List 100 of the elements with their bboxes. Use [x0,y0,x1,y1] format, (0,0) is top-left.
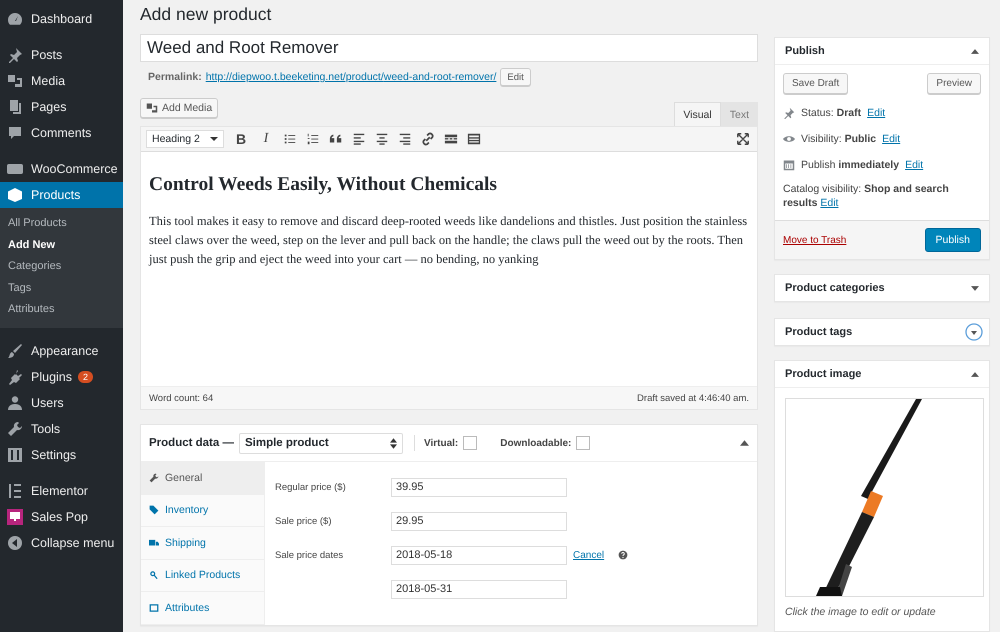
sidebar-item[interactable]: Collapse menu [0,530,123,556]
box-title: Product image [785,368,862,380]
sidebar-item[interactable]: Appearance [0,338,123,364]
wrench-icon [149,472,159,483]
save-status: Draft saved at 4:46:40 am. [637,392,749,404]
price-field[interactable]: 29.95 [391,512,567,530]
submenu-item[interactable]: Tags [0,278,123,299]
tag-icon [149,505,159,516]
field-label: Regular price ($) [275,482,347,492]
collapse-arrow-icon[interactable] [740,440,749,446]
italic-button[interactable]: I [258,131,274,147]
publish-button[interactable]: Publish [924,228,981,252]
eye-icon [783,133,795,145]
sidebar-item[interactable]: Products [0,182,123,208]
sidebar-item[interactable]: Dashboard [0,6,123,32]
help-icon [618,550,628,560]
move-to-trash-link[interactable]: Move to Trash [783,234,846,246]
expand-arrow-icon[interactable] [971,286,979,290]
cancel-link[interactable]: Cancel [573,550,604,560]
numbered-list-icon[interactable] [306,132,320,146]
save-draft-button[interactable]: Save Draft [783,73,848,94]
sliders-icon [7,446,23,462]
pages-icon [7,99,23,115]
sort-icon [390,438,397,448]
editor-tab[interactable]: Text [720,102,758,126]
sidebar-item[interactable]: Users [0,390,123,416]
box-title: Publish [785,45,825,57]
product-type-select[interactable]: Simple product [238,432,403,454]
sidebar-item[interactable]: Settings [0,442,123,468]
date-field[interactable]: 2018-05-18 [391,546,567,564]
box-title: Product tags [785,326,852,338]
comment-icon [7,125,23,141]
editor-tab[interactable]: Visual [674,102,721,126]
sidebar-item[interactable]: Media [0,68,123,94]
monitor-icon [7,508,23,524]
sidebar-item[interactable]: Sales Pop [0,504,123,530]
dashboard-icon [7,11,23,27]
title-field[interactable]: Weed and Root Remover [140,34,758,62]
elementor-icon [7,482,23,498]
sidebar-item[interactable]: Tools [0,416,123,442]
sidebar-item[interactable]: Plugins 2 [0,364,123,390]
image-hint: Click the image to edit or update [785,606,937,618]
date-field[interactable]: 2018-05-31 [391,580,567,598]
box-title: Product categories [785,282,885,294]
collapse-icon [7,534,23,550]
user-icon [7,394,23,410]
price-field[interactable]: 39.95 [391,478,567,496]
content-paragraph: This tool makes it easy to remove and discard deep-rooted weeds like dandelions and thistles. Just position the stainless steel claws over the weed, step on the lever and pull back on the handle; the claws pull the weed out by the roots. Then just push the grip and eject the weed into your cart — no bending, no yanking [149,213,748,268]
edit-button[interactable]: Edit [500,68,531,86]
field-label: Sale price dates [275,550,344,560]
catalog-visibility-text: Catalog visibility: Shop and search results Edit [783,182,950,210]
preview-button[interactable]: Preview [927,73,981,94]
edit-link[interactable]: Edit [820,197,838,209]
calendar-icon [783,159,795,171]
sidebar-item[interactable]: WooCommerce [0,156,123,182]
sidebar-item[interactable]: Elementor [0,478,123,504]
product-data-tab[interactable]: Inventory [141,494,264,527]
checkbox[interactable] [576,436,590,450]
bold-button[interactable]: B [233,131,249,147]
edit-link[interactable]: Edit [882,133,900,145]
bullet-list-icon[interactable] [283,132,297,146]
submenu-item[interactable]: All Products [0,213,123,234]
collapse-arrow-icon[interactable] [971,372,979,376]
woo-icon [7,161,23,177]
submenu-item[interactable]: Attributes [0,299,123,320]
pin-icon [783,107,795,119]
publish-setting: Visibility: Public [801,133,876,145]
field-label: Sale price ($) [275,516,332,526]
collapse-arrow-icon[interactable] [971,48,979,54]
align-center-icon[interactable] [375,132,389,146]
sidebar-item[interactable]: Posts [0,42,123,68]
submenu-item[interactable]: Categories [0,256,123,278]
product-data-label: Product data — [149,437,234,449]
product-data-tab[interactable]: Shipping [141,527,264,560]
align-right-icon[interactable] [398,132,412,146]
wrench-icon [7,420,23,436]
product-data-tab[interactable]: General [141,462,264,494]
box-icon [7,187,23,203]
add-media-button[interactable]: Add Media [140,98,218,118]
plug-icon [7,368,23,384]
edit-link[interactable]: Edit [905,159,924,171]
fullscreen-icon[interactable] [736,132,750,146]
align-left-icon[interactable] [352,132,366,146]
sidebar-item[interactable]: Pages [0,94,123,120]
product-data-tab[interactable]: Linked Products [141,560,264,592]
publish-setting: Publish immediately [801,159,900,171]
toggle-icon[interactable] [965,323,983,341]
publish-setting: Status: Draft [801,107,862,119]
word-count: Word count: 64 [149,392,214,404]
format-dropdown[interactable]: Heading 2 [146,130,224,148]
checkbox[interactable] [463,436,478,450]
permalink-label: Permalink: [148,71,202,83]
sidebar-item[interactable]: Comments [0,120,123,146]
edit-link[interactable]: Edit [867,107,886,119]
submenu-item[interactable]: Add New [0,234,123,256]
checkbox-label: Virtual: [424,438,458,448]
pin-icon [7,47,23,63]
read-more-icon[interactable] [444,132,458,146]
permalink-link[interactable]: http://diepwoo.t.beeketing.net/product/weed-and-root-remover/ [206,71,496,83]
product-data-tab[interactable]: Attributes [141,592,264,624]
